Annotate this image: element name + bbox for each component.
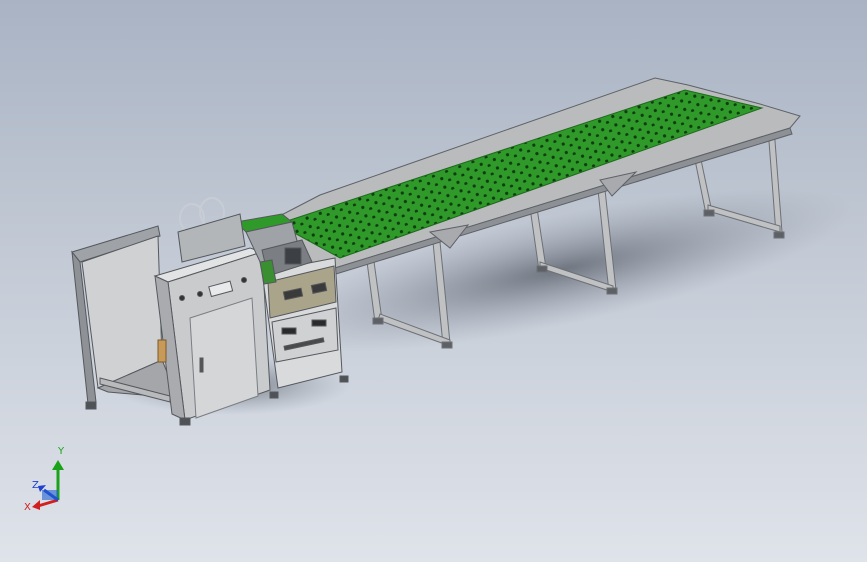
- cad-viewport[interactable]: Y Z X: [0, 0, 867, 562]
- triad-x-label: X: [24, 502, 31, 513]
- model-canvas[interactable]: Y Z X: [0, 0, 867, 562]
- triad-y-label: Y: [57, 446, 65, 457]
- triad-x-arrow: [32, 500, 40, 510]
- triad-y-arrow: [52, 460, 64, 470]
- axis-triad: Y Z X: [24, 446, 65, 513]
- triad-x-axis: [37, 498, 59, 508]
- triad-z-label: Z: [32, 480, 39, 491]
